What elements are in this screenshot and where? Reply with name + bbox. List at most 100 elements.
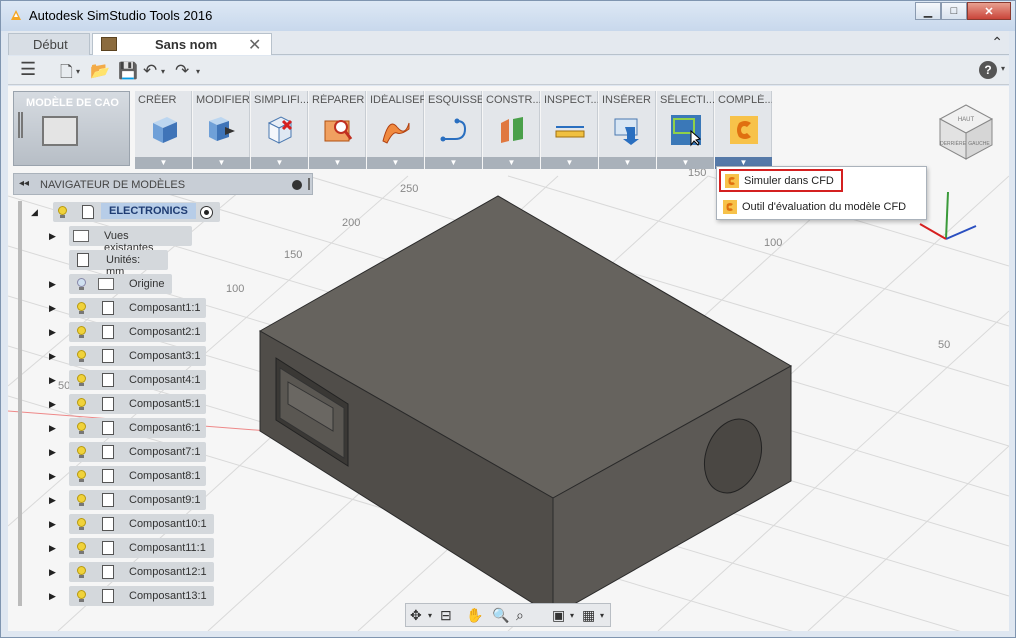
- close-window-button[interactable]: ✕: [967, 2, 1011, 20]
- ribbon-group-create[interactable]: CRÉER ▼: [135, 91, 192, 169]
- minimize-button[interactable]: ▁: [915, 2, 941, 20]
- display-settings-icon[interactable]: ▣: [552, 607, 565, 624]
- expand-arrow-icon[interactable]: ▶: [49, 495, 56, 506]
- open-folder-icon[interactable]: 📂: [90, 61, 110, 81]
- visibility-bulb-icon[interactable]: [76, 518, 86, 530]
- visibility-bulb-icon[interactable]: [76, 326, 86, 338]
- expand-arrow-icon[interactable]: ▶: [49, 423, 56, 434]
- navigator-scrollbar[interactable]: [18, 201, 22, 606]
- expand-arrow-icon[interactable]: ▶: [49, 519, 56, 530]
- chevron-down-icon[interactable]: ▼: [483, 157, 540, 169]
- maximize-button[interactable]: □: [941, 2, 967, 20]
- new-file-caret-icon[interactable]: ▾: [76, 67, 80, 76]
- visibility-bulb-icon[interactable]: [57, 206, 67, 218]
- undo-icon[interactable]: ↶: [143, 61, 157, 81]
- grid-caret-icon[interactable]: ▾: [600, 611, 604, 620]
- ribbon-group-idealize[interactable]: IDÉALISER ▼: [367, 91, 424, 169]
- new-file-icon[interactable]: 🗋: [60, 61, 73, 88]
- fit-icon[interactable]: ⌕: [516, 607, 524, 624]
- zoom-icon[interactable]: 🔍: [492, 607, 509, 624]
- expand-arrow-icon[interactable]: ▶: [49, 591, 56, 602]
- visibility-bulb-icon[interactable]: [76, 302, 86, 314]
- panel-grip-icon[interactable]: [308, 178, 310, 190]
- pan-icon[interactable]: ✋: [466, 607, 483, 624]
- expand-arrow-icon[interactable]: ▶: [49, 543, 56, 554]
- orbit-icon[interactable]: ✥: [410, 607, 422, 624]
- ribbon-group-insert[interactable]: INSÉRER ▼: [599, 91, 656, 169]
- visibility-bulb-icon[interactable]: [76, 566, 86, 578]
- menu-item-cfd-model-assessment[interactable]: Outil d'évaluation du modèle CFD: [719, 195, 924, 218]
- chevron-down-icon[interactable]: ▼: [425, 157, 482, 169]
- chevron-down-icon[interactable]: ▼: [309, 157, 366, 169]
- ribbon-group-simplify[interactable]: SIMPLIFI... ▼: [251, 91, 308, 169]
- chevron-up-icon[interactable]: ⌃: [991, 34, 1003, 51]
- viewcube-face-label: HAUT: [958, 117, 975, 123]
- chevron-down-icon[interactable]: ▼: [251, 157, 308, 169]
- expand-arrow-icon[interactable]: ▶: [49, 471, 56, 482]
- document-units-icon: [77, 253, 89, 267]
- chevron-down-icon[interactable]: ▼: [367, 157, 424, 169]
- construct-icon: [501, 117, 523, 143]
- collapse-panel-icon[interactable]: ◂◂: [19, 178, 29, 189]
- ribbon-group-label: MODIFIER: [196, 94, 250, 106]
- component-icon: [102, 373, 114, 387]
- grid-settings-icon[interactable]: ▦: [582, 607, 595, 624]
- chevron-down-icon[interactable]: ▼: [193, 157, 250, 169]
- visibility-bulb-icon[interactable]: [76, 350, 86, 362]
- visibility-bulb-icon[interactable]: [76, 422, 86, 434]
- visibility-bulb-icon[interactable]: [76, 542, 86, 554]
- activate-radio-icon[interactable]: [200, 206, 213, 219]
- tab-document[interactable]: Sans nom ✕: [92, 33, 272, 55]
- expand-arrow-icon[interactable]: ▶: [49, 567, 56, 578]
- expand-arrow-icon[interactable]: ▶: [49, 351, 56, 362]
- visibility-bulb-icon[interactable]: [76, 278, 86, 290]
- expand-arrow-icon[interactable]: ▶: [49, 303, 56, 314]
- visibility-bulb-icon[interactable]: [76, 398, 86, 410]
- display-caret-icon[interactable]: ▾: [570, 611, 574, 620]
- expand-arrow-icon[interactable]: ▶: [49, 279, 56, 290]
- expand-arrow-icon[interactable]: ▶: [49, 375, 56, 386]
- ribbon-group-modify[interactable]: MODIFIER ▼: [193, 91, 250, 169]
- expand-arrow-icon[interactable]: ▶: [49, 231, 56, 242]
- view-cube[interactable]: HAUT DERRIÈRE GAUCHE: [936, 101, 996, 161]
- ribbon-group-select[interactable]: SÉLECTI... ▼: [657, 91, 714, 169]
- help-icon[interactable]: ?: [979, 61, 997, 79]
- undo-caret-icon[interactable]: ▾: [161, 67, 165, 76]
- electronics-enclosure-model[interactable]: [258, 195, 793, 617]
- repair-icon: [324, 120, 353, 142]
- expand-arrow-icon[interactable]: ▶: [49, 327, 56, 338]
- visibility-bulb-icon[interactable]: [76, 470, 86, 482]
- tab-home[interactable]: Début: [8, 33, 90, 55]
- chevron-down-icon[interactable]: ▼: [135, 157, 192, 169]
- ribbon-group-sketch[interactable]: ESQUISSE ▼: [425, 91, 482, 169]
- ribbon-group-repair[interactable]: RÉPARER ▼: [309, 91, 366, 169]
- ribbon-group-label: CRÉER: [138, 94, 177, 106]
- minimize-panel-icon[interactable]: [292, 180, 302, 190]
- ribbon-group-label: CONSTR...: [486, 94, 540, 106]
- visibility-bulb-icon[interactable]: [76, 446, 86, 458]
- redo-caret-icon[interactable]: ▾: [196, 67, 200, 76]
- expand-triangle-icon[interactable]: ◢: [31, 207, 38, 218]
- chevron-down-icon[interactable]: ▼: [541, 157, 598, 169]
- menu-icon[interactable]: ☰: [20, 59, 36, 80]
- close-tab-icon[interactable]: ✕: [248, 35, 261, 55]
- model-navigator-header[interactable]: ◂◂ NAVIGATEUR DE MODÈLES: [13, 173, 313, 195]
- expand-arrow-icon[interactable]: ▶: [49, 447, 56, 458]
- box-icon: [153, 117, 177, 143]
- save-icon[interactable]: 💾: [118, 61, 138, 81]
- ribbon-group-construct[interactable]: CONSTR... ▼: [483, 91, 540, 169]
- visibility-bulb-icon[interactable]: [76, 374, 86, 386]
- ribbon-group-addins[interactable]: COMPLÉ... ▼: [715, 91, 772, 169]
- orbit-caret-icon[interactable]: ▾: [428, 611, 432, 620]
- chevron-down-icon[interactable]: ▼: [599, 157, 656, 169]
- chevron-down-icon[interactable]: ▼: [657, 157, 714, 169]
- menu-item-simulate-cfd[interactable]: Simuler dans CFD: [719, 169, 843, 192]
- workspace-switcher[interactable]: MODÈLE DE CAO: [13, 91, 130, 166]
- ribbon-group-inspect[interactable]: INSPECT... ▼: [541, 91, 598, 169]
- expand-arrow-icon[interactable]: ▶: [49, 399, 56, 410]
- visibility-bulb-icon[interactable]: [76, 494, 86, 506]
- redo-icon[interactable]: ↷: [175, 61, 189, 81]
- visibility-bulb-icon[interactable]: [76, 590, 86, 602]
- help-caret-icon[interactable]: ▾: [1001, 64, 1005, 73]
- look-at-icon[interactable]: ⊟: [440, 607, 452, 624]
